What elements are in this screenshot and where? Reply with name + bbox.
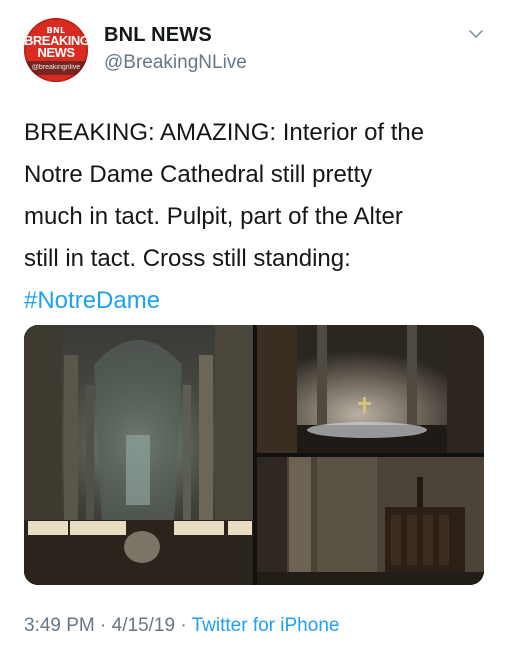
tweet-source-link[interactable]: Twitter for iPhone	[192, 615, 340, 636]
tweet-line: still in tact. Cross still standing:	[24, 245, 351, 272]
tweet-line: much in tact. Pulpit, part of the Alter	[24, 203, 403, 230]
tweet-meta: 3:49 PM · 4/15/19 · Twitter for iPhone	[24, 615, 339, 637]
tweet-time[interactable]: 3:49 PM	[24, 615, 95, 636]
tweet-line: Notre Dame Cathedral still pretty	[24, 161, 373, 188]
avatar[interactable]: BNL BREAKING NEWS @breakingnlive	[24, 18, 88, 82]
display-name[interactable]: BNL NEWS	[104, 24, 212, 47]
avatar-line2: NEWS	[37, 45, 76, 60]
pulpit-photo[interactable]	[257, 457, 484, 585]
tweet-text: BREAKING: AMAZING: Interior of the Notre…	[24, 112, 494, 322]
username[interactable]: @BreakingNLive	[104, 52, 247, 74]
meta-separator: ·	[94, 615, 112, 636]
chevron-down-icon[interactable]	[468, 28, 484, 40]
meta-separator: ·	[175, 615, 192, 636]
avatar-handle-text: @breakingnlive	[31, 64, 81, 71]
altar-cross-photo[interactable]	[257, 325, 484, 453]
hashtag-link[interactable]: #NotreDame	[24, 280, 494, 322]
media-grid	[24, 325, 484, 585]
cathedral-nave-photo[interactable]	[24, 325, 253, 585]
tweet-line: BREAKING: AMAZING: Interior of the	[24, 119, 425, 146]
tweet-date[interactable]: 4/15/19	[112, 615, 175, 636]
